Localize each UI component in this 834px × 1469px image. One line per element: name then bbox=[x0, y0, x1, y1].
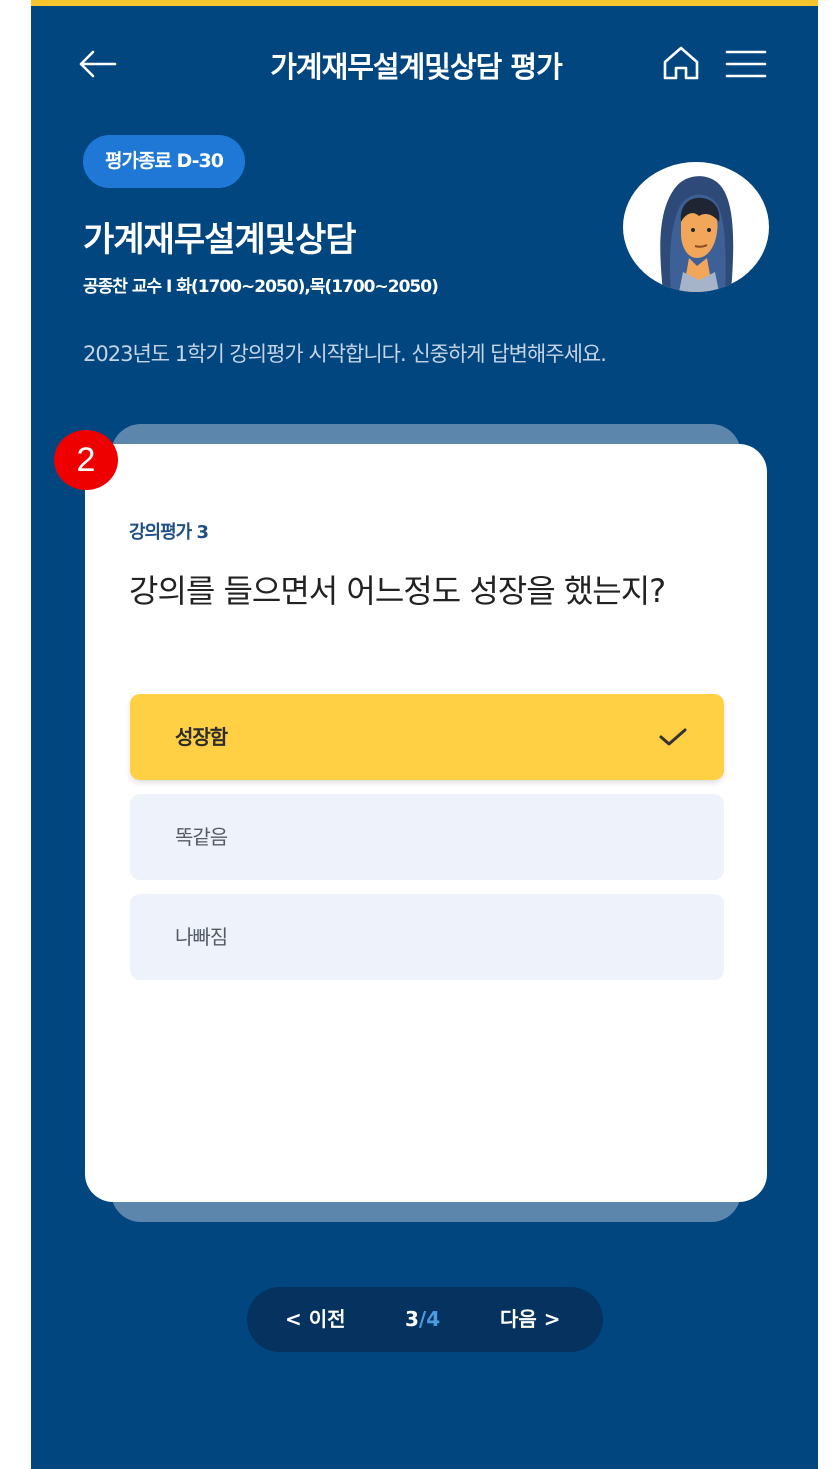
home-icon bbox=[663, 46, 699, 80]
option-grew[interactable]: 성장함 bbox=[130, 694, 724, 780]
option-label: 성장함 bbox=[175, 725, 228, 749]
question-card: 강의평가 3 강의를 들으면서 어느정도 성장을 했는지? 성장함 똑같음 나빠… bbox=[85, 444, 767, 1202]
course-meta: 공종찬 교수 I 화(1700~2050),목(1700~2050) bbox=[83, 277, 439, 297]
question-text: 강의를 들으면서 어느정도 성장을 했는지? bbox=[129, 572, 666, 610]
evaluation-notice: 2023년도 1학기 강의평가 시작합니다. 신중하게 답변해주세요. bbox=[83, 342, 607, 366]
top-accent-line bbox=[31, 0, 818, 6]
question-number: 강의평가 3 bbox=[129, 522, 209, 543]
check-icon bbox=[659, 728, 687, 746]
menu-button[interactable] bbox=[723, 42, 769, 86]
hamburger-menu-icon bbox=[725, 50, 767, 78]
home-button[interactable] bbox=[659, 40, 703, 86]
next-button[interactable]: 다음 > bbox=[500, 1287, 561, 1352]
evaluation-screen: 가계재무설계및상담 평가 평가종료 D-30 가계재무설계및상담 공종찬 교수 … bbox=[31, 0, 818, 1469]
total-pages: 4 bbox=[426, 1307, 441, 1331]
prev-button[interactable]: < 이전 bbox=[285, 1287, 346, 1352]
option-worse[interactable]: 나빠짐 bbox=[130, 894, 724, 980]
option-same[interactable]: 똑같음 bbox=[130, 794, 724, 880]
option-label: 똑같음 bbox=[175, 825, 228, 849]
current-page: 3 bbox=[405, 1307, 419, 1331]
pagination: < 이전 3/4 다음 > bbox=[247, 1287, 603, 1352]
deadline-badge: 평가종료 D-30 bbox=[83, 135, 245, 188]
back-button[interactable] bbox=[73, 40, 123, 88]
arrow-left-icon bbox=[79, 50, 117, 78]
professor-illustration bbox=[660, 176, 734, 292]
answer-options: 성장함 똑같음 나빠짐 bbox=[130, 694, 724, 994]
step-marker: 2 bbox=[54, 430, 118, 490]
page-title: 가계재무설계및상담 평가 bbox=[270, 50, 563, 84]
page-indicator: 3/4 bbox=[405, 1287, 440, 1352]
course-name: 가계재무설계및상담 bbox=[83, 220, 357, 260]
professor-avatar bbox=[623, 162, 769, 292]
header: 가계재무설계및상담 평가 bbox=[31, 28, 818, 100]
option-label: 나빠짐 bbox=[175, 925, 228, 949]
